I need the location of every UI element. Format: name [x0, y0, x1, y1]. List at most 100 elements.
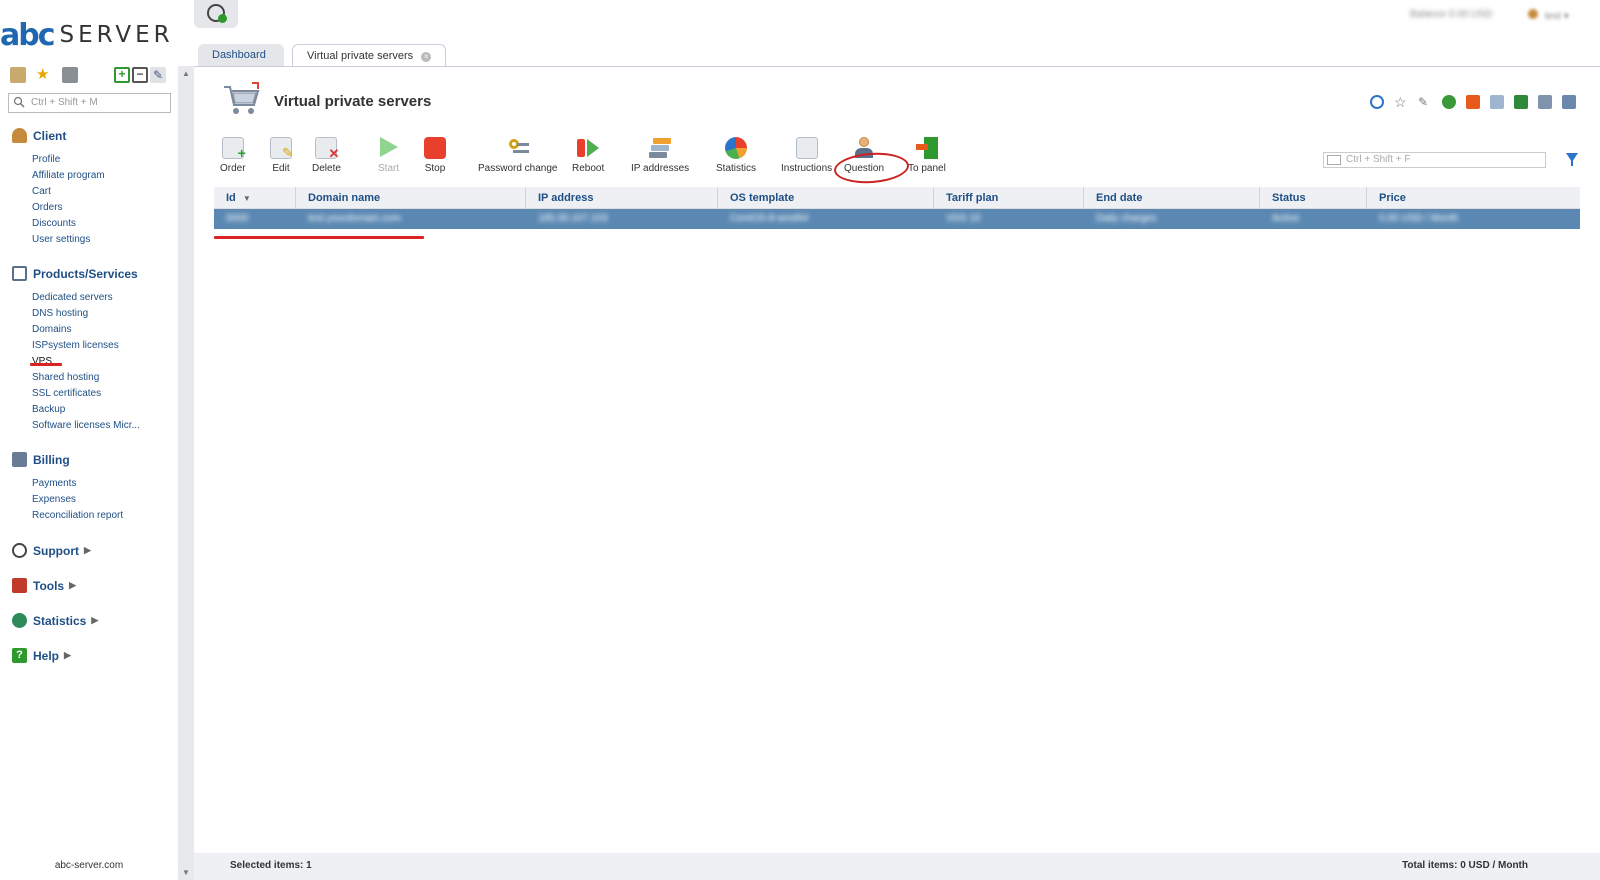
instructions-label: Instructions [781, 163, 833, 174]
sidebar-section-support[interactable]: Support ▶ [12, 543, 91, 558]
statistics-button[interactable]: Statistics [716, 137, 756, 174]
sidebar-item-reconciliation-report[interactable]: Reconciliation report [32, 510, 123, 521]
logo[interactable]: abc SERVER [0, 18, 174, 53]
column-header-os[interactable]: OS template [718, 187, 934, 209]
stop-button[interactable]: Stop [424, 137, 446, 174]
table-header: Id ▼ Domain name IP address OS template … [214, 187, 1580, 209]
page-title: Virtual private servers [274, 93, 432, 110]
sidebar-item-dns-hosting[interactable]: DNS hosting [32, 308, 88, 319]
sidebar-item-orders[interactable]: Orders [32, 202, 63, 213]
favorites-star-icon[interactable]: ★ [36, 67, 52, 83]
start-button[interactable]: Start [378, 137, 399, 174]
sidebar-section-products[interactable]: Products/Services [12, 266, 138, 281]
table-row[interactable]: 0000 test.yourdomain.com 185.00.107.103 … [214, 209, 1580, 229]
main-scrollbar[interactable] [1584, 67, 1600, 853]
sidebar-search-placeholder: Ctrl + Shift + M [31, 97, 98, 108]
sidebar-section-billing[interactable]: Billing [12, 452, 70, 467]
expand-all-icon[interactable]: + [114, 67, 130, 83]
pin-icon[interactable]: ✎ [150, 67, 166, 83]
column-header-status[interactable]: Status [1260, 187, 1367, 209]
sidebar-scrollbar[interactable]: ▲ ▼ [178, 66, 194, 880]
key-icon [507, 137, 529, 159]
sidebar-search-input[interactable]: Ctrl + Shift + M [8, 93, 171, 113]
globe-icon[interactable] [1442, 95, 1456, 109]
briefcase-icon[interactable] [62, 67, 78, 83]
column-header-id[interactable]: Id ▼ [214, 187, 296, 209]
sidebar-section-products-label: Products/Services [33, 266, 138, 281]
close-icon[interactable]: × [421, 52, 432, 62]
stop-label: Stop [424, 163, 446, 174]
column-header-ip[interactable]: IP address [526, 187, 718, 209]
edit-button[interactable]: ✎ Edit [270, 137, 293, 174]
pin-icon[interactable]: ✎ [1418, 95, 1432, 109]
support-button[interactable] [194, 0, 238, 28]
print-icon[interactable] [1538, 95, 1552, 109]
pie-chart-icon [725, 137, 747, 159]
sidebar-item-profile[interactable]: Profile [32, 154, 60, 165]
row-annotation-underline [214, 236, 424, 239]
sidebar-section-tools-label: Tools [33, 578, 65, 593]
stop-all-icon[interactable] [1466, 95, 1480, 109]
ip-addresses-button[interactable]: IP addresses [631, 137, 689, 174]
sidebar-section-help[interactable]: ? Help ▶ [12, 648, 71, 663]
app-root: abc SERVER ★ + − ✎ Ctrl + Shift + M Clie… [0, 0, 1600, 880]
password-change-button[interactable]: Password change [478, 137, 558, 174]
reboot-icon [577, 137, 600, 159]
delete-label: Delete [312, 163, 341, 174]
sidebar-item-software-licenses[interactable]: Software licenses Micr... [32, 420, 140, 431]
cell-id: 0000 [226, 213, 249, 224]
sidebar-toolbar: ★ + − ✎ [10, 67, 172, 83]
copy-icon[interactable] [1490, 95, 1504, 109]
settings-icon[interactable] [1562, 95, 1576, 109]
sidebar-section-tools[interactable]: Tools ▶ [12, 578, 76, 593]
sidebar-section-client[interactable]: Client [12, 128, 66, 143]
cell-ip: 185.00.107.103 [538, 213, 608, 224]
sidebar-item-shared-hosting[interactable]: Shared hosting [32, 372, 99, 383]
sidebar-section-statistics[interactable]: Statistics ▶ [12, 613, 98, 628]
sidebar-item-user-settings[interactable]: User settings [32, 234, 90, 245]
filter-icon[interactable] [1566, 153, 1578, 166]
order-button[interactable]: + Order [220, 137, 246, 174]
billing-icon [12, 452, 27, 467]
ip-addresses-label: IP addresses [631, 163, 690, 174]
excel-icon[interactable] [1514, 95, 1528, 109]
sidebar-item-expenses[interactable]: Expenses [32, 494, 76, 505]
refresh-icon[interactable] [1370, 95, 1384, 109]
instructions-button[interactable]: Instructions [781, 137, 832, 174]
star-icon[interactable]: ☆ [1394, 95, 1408, 109]
column-header-domain[interactable]: Domain name [296, 187, 526, 209]
sidebar-item-domains[interactable]: Domains [32, 324, 71, 335]
reboot-button[interactable]: Reboot [572, 137, 604, 174]
total-items-text: Total items: 0 USD / Month [1402, 860, 1528, 871]
sidebar-footer-link[interactable]: abc-server.com [0, 860, 178, 871]
chevron-down-icon: ▾ [1563, 11, 1569, 22]
tab-dashboard[interactable]: Dashboard [198, 44, 284, 66]
tree-icon[interactable] [10, 67, 26, 83]
filter-input[interactable]: Ctrl + Shift + F [1323, 152, 1546, 168]
sidebar-item-ispsystem-licenses[interactable]: ISPsystem licenses [32, 340, 119, 351]
scroll-down-icon[interactable]: ▼ [182, 868, 190, 877]
cell-os: CentOS-8-amd64 [730, 213, 809, 224]
sidebar-item-backup[interactable]: Backup [32, 404, 65, 415]
reboot-label: Reboot [572, 163, 605, 174]
edit-icon: ✎ [270, 137, 293, 160]
column-header-price[interactable]: Price [1367, 187, 1580, 209]
to-panel-button[interactable]: To panel [908, 137, 946, 174]
start-label: Start [378, 163, 400, 174]
order-label: Order [220, 163, 246, 174]
sidebar-item-discounts[interactable]: Discounts [32, 218, 76, 229]
tab-virtual-private-servers[interactable]: Virtual private servers × [292, 44, 447, 66]
scroll-up-icon[interactable]: ▲ [182, 69, 190, 78]
delete-button[interactable]: ✕ Delete [312, 137, 341, 174]
column-header-tariff[interactable]: Tariff plan [934, 187, 1084, 209]
sidebar-item-payments[interactable]: Payments [32, 478, 76, 489]
sidebar-item-ssl-certificates[interactable]: SSL certificates [32, 388, 101, 399]
user-menu[interactable]: test ▾ [1528, 9, 1569, 22]
collapse-all-icon[interactable]: − [132, 67, 148, 83]
sidebar-item-affiliate-program[interactable]: Affiliate program [32, 170, 105, 181]
chevron-right-icon: ▶ [84, 545, 91, 555]
sidebar-section-help-label: Help [33, 648, 60, 663]
sidebar-item-cart[interactable]: Cart [32, 186, 51, 197]
column-header-end-date[interactable]: End date [1084, 187, 1260, 209]
sidebar-item-dedicated-servers[interactable]: Dedicated servers [32, 292, 113, 303]
